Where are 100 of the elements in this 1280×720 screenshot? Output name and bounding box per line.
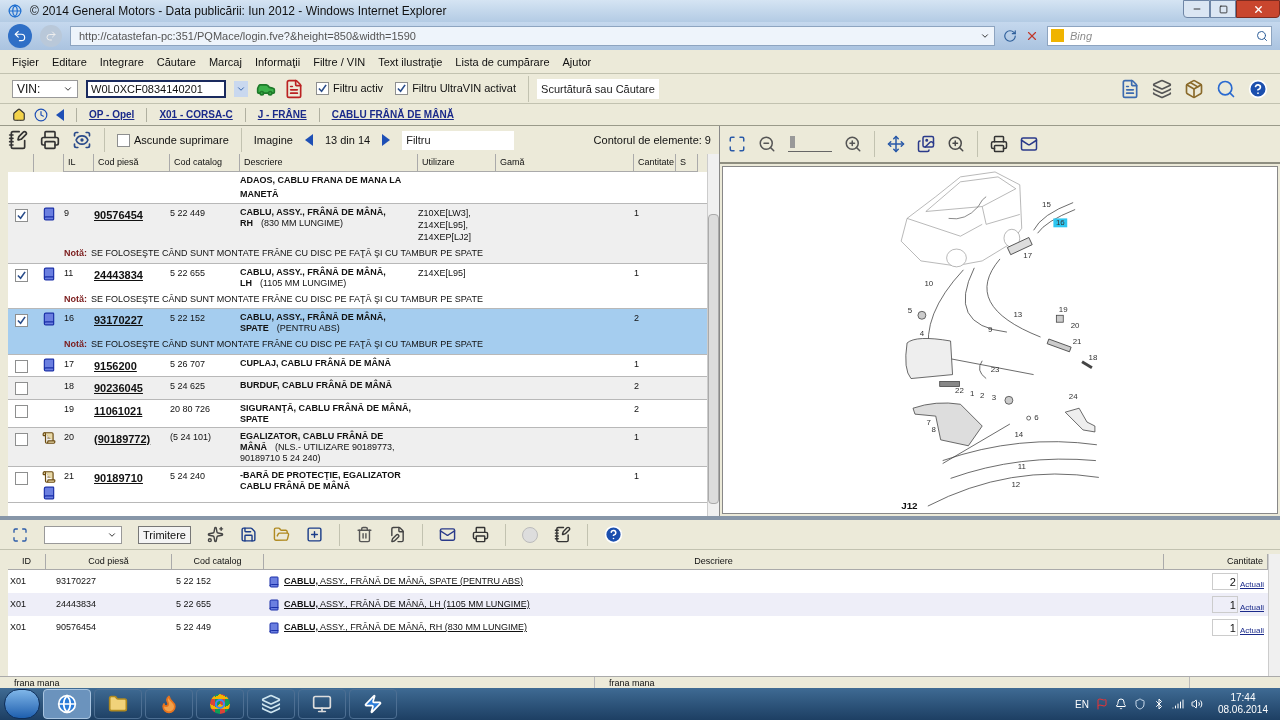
callout-label[interactable]: 11: [1017, 462, 1026, 472]
column-header[interactable]: Descriere: [244, 155, 283, 170]
address-field[interactable]: http://catastefan-pc:351/PQMace/login.fve?&height=850&width=1590: [70, 26, 995, 46]
shortcut-search-field[interactable]: Scurtătură sau Căutare: [537, 78, 660, 99]
basket-description-link[interactable]: CABLU, ASSY., FRÂNĂ DE MÂNĂ, SPATE (PENTRU ABS): [284, 574, 524, 589]
basket-description-link[interactable]: CABLU, ASSY., FRÂNĂ DE MÂNĂ, RH (830 MM LUNGIME): [284, 620, 527, 635]
folder-icon[interactable]: [273, 526, 290, 543]
taskbar-button[interactable]: [247, 689, 295, 719]
scrollbar[interactable]: [707, 154, 719, 516]
table-row[interactable]: 19 11061021 20 80 726 SIGURANŢĂ, CABLU FRÂNĂ DE MÂNĂ, SPATE 2: [8, 399, 707, 428]
checkbox[interactable]: [14, 268, 28, 282]
stop-icon[interactable]: [1025, 29, 1039, 43]
menu-item[interactable]: Informaţii: [254, 54, 301, 71]
next-icon[interactable]: [382, 134, 391, 146]
breadcrumb-link[interactable]: J - FRÂNE: [257, 107, 307, 122]
quantity-field[interactable]: 2: [1212, 573, 1238, 590]
clock-time[interactable]: 17:44: [1230, 692, 1256, 704]
checkbox[interactable]: [14, 432, 28, 446]
back-icon[interactable]: [56, 108, 64, 121]
checkbox[interactable]: [395, 82, 409, 95]
printer-icon[interactable]: [472, 526, 489, 543]
save-icon[interactable]: [240, 526, 257, 543]
part-number-link[interactable]: 90189710: [94, 471, 143, 484]
update-link[interactable]: Actuali: [1240, 601, 1264, 614]
shield-icon[interactable]: [1133, 698, 1146, 710]
pan-icon[interactable]: [887, 135, 905, 153]
column-header[interactable]: Descriere: [694, 554, 733, 569]
update-link[interactable]: Actuali: [1240, 578, 1264, 591]
callout-label[interactable]: 23: [990, 364, 1000, 374]
notepad-pencil-icon[interactable]: [554, 526, 571, 543]
maximize-button[interactable]: [1210, 0, 1236, 18]
callout-label[interactable]: 21: [1072, 336, 1082, 346]
part-number-link[interactable]: 90576454: [94, 209, 143, 221]
part-number-link[interactable]: (90189772): [94, 432, 151, 445]
menu-item[interactable]: Lista de cumpărare: [455, 54, 550, 71]
callout-label[interactable]: 22: [955, 386, 964, 396]
part-number-link[interactable]: 24443834: [94, 268, 143, 281]
bell-icon[interactable]: [1114, 698, 1127, 710]
send-button[interactable]: Trimitere: [138, 525, 191, 544]
callout-label[interactable]: 19: [1058, 305, 1068, 315]
checkbox[interactable]: [14, 404, 28, 418]
quantity-field[interactable]: 1: [1212, 619, 1238, 636]
callout-label[interactable]: 20: [1070, 321, 1080, 331]
table-row[interactable]: 18 90236045 5 24 625 BURDUF, CABLU FRÂNĂ DE MÂNĂ 2: [8, 377, 707, 400]
callout-label[interactable]: 24: [1068, 392, 1078, 402]
envelope-icon[interactable]: [1020, 135, 1038, 153]
callout-label[interactable]: 17: [1023, 250, 1033, 260]
column-header[interactable]: Cod catalog: [193, 554, 242, 569]
table-row[interactable]: 17 9156200 5 26 707 CUPLAJ, CABLU FRÂNĂ DE MÂNĂ 1: [8, 354, 707, 377]
basket-select[interactable]: [44, 525, 122, 544]
refresh-icon[interactable]: [1003, 29, 1017, 43]
menu-item[interactable]: Marcaj: [208, 54, 242, 71]
menu-item[interactable]: Căutare: [156, 54, 196, 71]
taskbar-button[interactable]: [298, 689, 346, 719]
part-number-link[interactable]: 90236045: [94, 382, 143, 394]
checkbox[interactable]: [14, 359, 28, 373]
checkbox[interactable]: [316, 82, 329, 95]
checkbox[interactable]: [14, 471, 28, 485]
previous-icon[interactable]: [304, 134, 313, 146]
vin-select[interactable]: VIN:: [12, 79, 78, 98]
start-button[interactable]: [4, 689, 40, 719]
search-icon[interactable]: [1256, 30, 1268, 42]
checkbox[interactable]: [14, 314, 28, 327]
menu-item[interactable]: Fişier: [12, 54, 39, 71]
search-icon[interactable]: [1216, 78, 1236, 99]
callout-label[interactable]: 13: [1013, 310, 1023, 320]
menu-item[interactable]: Editare: [51, 54, 87, 71]
filter-field[interactable]: Filtru: [402, 130, 515, 150]
taskbar-button[interactable]: [94, 689, 142, 719]
taskbar-button[interactable]: [145, 689, 193, 719]
minimize-button[interactable]: [1183, 0, 1210, 18]
help-icon[interactable]: [604, 525, 623, 544]
part-number-link[interactable]: 93170227: [94, 314, 143, 326]
callout-label[interactable]: 18: [1088, 352, 1098, 362]
checkbox[interactable]: [14, 209, 28, 222]
zoom-out-icon[interactable]: [758, 135, 776, 153]
callout-label[interactable]: 1: [970, 389, 975, 399]
menu-item[interactable]: Text ilustraţie: [378, 54, 443, 71]
callout-label[interactable]: 9: [987, 325, 993, 335]
image-icon[interactable]: [917, 135, 935, 153]
column-header[interactable]: Cod piesă: [98, 155, 139, 170]
callout-label[interactable]: 6: [1034, 413, 1039, 423]
column-header[interactable]: Cantitate: [1226, 554, 1263, 569]
magnifier-icon[interactable]: [947, 135, 965, 153]
callout-label[interactable]: 3: [991, 393, 997, 403]
vin-field[interactable]: W0L0XCF0834140201: [86, 79, 226, 98]
edit-document-icon[interactable]: [389, 526, 406, 543]
trash-icon[interactable]: [356, 526, 373, 543]
clock-icon[interactable]: [34, 107, 48, 122]
column-header[interactable]: ID: [22, 554, 31, 569]
zoom-slider-thumb[interactable]: [789, 136, 795, 148]
menu-item[interactable]: Ajutor: [562, 54, 592, 71]
zoom-in-icon[interactable]: [844, 135, 862, 153]
column-header[interactable]: S: [680, 155, 686, 170]
table-row[interactable]: 9 90576454 5 22 449 CABLU, ASSY., FRÂNĂ DE MÂNĂ, RH (830 MM LUNGIME) Z10XE[LW3], Z14XE[L95], Z14XEP[LJ2] 1 Notă: SE FOLOSEŞTE CÂND SUNT MONTATE FRÂNE CU DISC PE FAŢĂ ŞI CU TAMBUR PE SPATE: [8, 204, 707, 264]
document-icon[interactable]: [284, 78, 304, 99]
column-header[interactable]: Cod catalog: [174, 155, 223, 170]
table-row[interactable]: 16 93170227 5 22 152 CABLU, ASSY., FRÂNĂ DE MÂNĂ, SPATE (PENTRU ABS) 2 Notă: SE FOLOSEŞTE CÂND SUNT MONTATE FRÂNE CU DISC PE FAŢĂ ŞI CU TAMBUR PE SPATE: [8, 309, 707, 355]
column-header[interactable]: Utilizare: [422, 155, 455, 170]
callout-label[interactable]: 4: [919, 329, 925, 339]
